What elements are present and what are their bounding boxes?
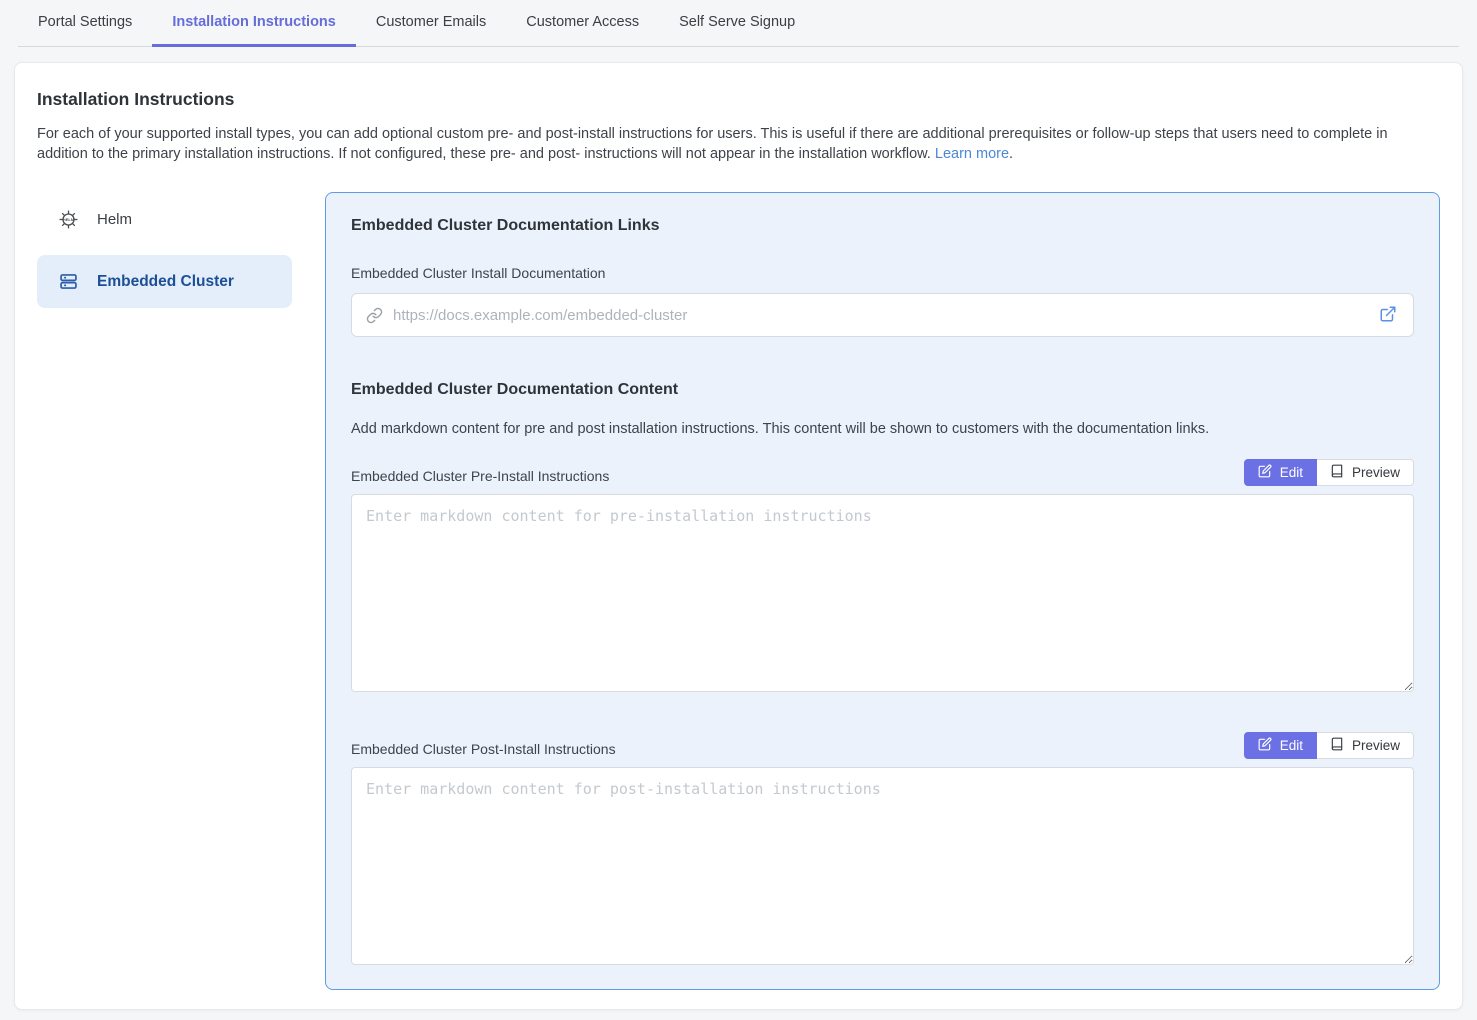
- install-documentation-input[interactable]: [393, 307, 1377, 324]
- link-icon: [366, 307, 383, 324]
- page-description-text: For each of your supported install types…: [37, 126, 1388, 162]
- edit-pencil-icon: [1258, 464, 1272, 481]
- open-external-link-button[interactable]: [1377, 303, 1399, 328]
- sidebar-item-label: Embedded Cluster: [97, 273, 234, 291]
- pre-install-label: Embedded Cluster Pre-Install Instruction…: [351, 468, 609, 484]
- page-description-suffix: .: [1009, 146, 1013, 162]
- main-card: Installation Instructions For each of yo…: [14, 62, 1463, 1010]
- post-install-edit-button[interactable]: Edit: [1244, 732, 1317, 759]
- install-type-list: HELM Helm Embedded Cluster: [37, 192, 292, 320]
- tab-list: Portal Settings Installation Instruction…: [18, 0, 1459, 47]
- sidebar-item-embedded-cluster[interactable]: Embedded Cluster: [37, 255, 292, 308]
- documentation-links-heading: Embedded Cluster Documentation Links: [351, 217, 1414, 235]
- book-icon: [1330, 737, 1344, 754]
- post-install-markdown-textarea[interactable]: [351, 767, 1414, 965]
- install-documentation-field: [351, 293, 1414, 337]
- tab-portal-settings[interactable]: Portal Settings: [18, 0, 152, 47]
- post-install-label: Embedded Cluster Post-Install Instructio…: [351, 741, 616, 757]
- pre-install-markdown-textarea[interactable]: [351, 494, 1414, 692]
- content-row: HELM Helm Embedded Cluster: [37, 192, 1440, 990]
- svg-text:HELM: HELM: [62, 217, 74, 222]
- learn-more-link[interactable]: Learn more: [935, 146, 1009, 162]
- install-documentation-label: Embedded Cluster Install Documentation: [351, 265, 1414, 281]
- sidebar-item-helm[interactable]: HELM Helm: [37, 196, 292, 243]
- preview-button-label: Preview: [1352, 738, 1400, 753]
- sidebar-item-label: Helm: [97, 211, 132, 228]
- page-description: For each of your supported install types…: [37, 124, 1437, 164]
- book-icon: [1330, 464, 1344, 481]
- tab-customer-emails[interactable]: Customer Emails: [356, 0, 506, 47]
- documentation-content-heading: Embedded Cluster Documentation Content: [351, 381, 1414, 399]
- edit-pencil-icon: [1258, 737, 1272, 754]
- preview-button-label: Preview: [1352, 465, 1400, 480]
- server-stack-icon: [57, 271, 79, 292]
- edit-button-label: Edit: [1280, 465, 1303, 480]
- post-install-preview-button[interactable]: Preview: [1317, 732, 1414, 759]
- edit-button-label: Edit: [1280, 738, 1303, 753]
- tab-installation-instructions[interactable]: Installation Instructions: [152, 0, 356, 47]
- top-tab-bar: Portal Settings Installation Instruction…: [0, 0, 1477, 47]
- post-install-label-row: Embedded Cluster Post-Install Instructio…: [351, 732, 1414, 759]
- pre-install-label-row: Embedded Cluster Pre-Install Instruction…: [351, 459, 1414, 486]
- tab-self-serve-signup[interactable]: Self Serve Signup: [659, 0, 815, 47]
- page-title: Installation Instructions: [37, 89, 1440, 110]
- pre-install-mode-toggle: Edit Preview: [1244, 459, 1414, 486]
- tab-customer-access[interactable]: Customer Access: [506, 0, 659, 47]
- external-link-icon: [1379, 305, 1397, 326]
- embedded-cluster-panel: Embedded Cluster Documentation Links Emb…: [325, 192, 1440, 990]
- helm-icon: HELM: [57, 209, 79, 230]
- pre-install-preview-button[interactable]: Preview: [1317, 459, 1414, 486]
- post-install-mode-toggle: Edit Preview: [1244, 732, 1414, 759]
- pre-install-edit-button[interactable]: Edit: [1244, 459, 1317, 486]
- documentation-content-description: Add markdown content for pre and post in…: [351, 421, 1414, 437]
